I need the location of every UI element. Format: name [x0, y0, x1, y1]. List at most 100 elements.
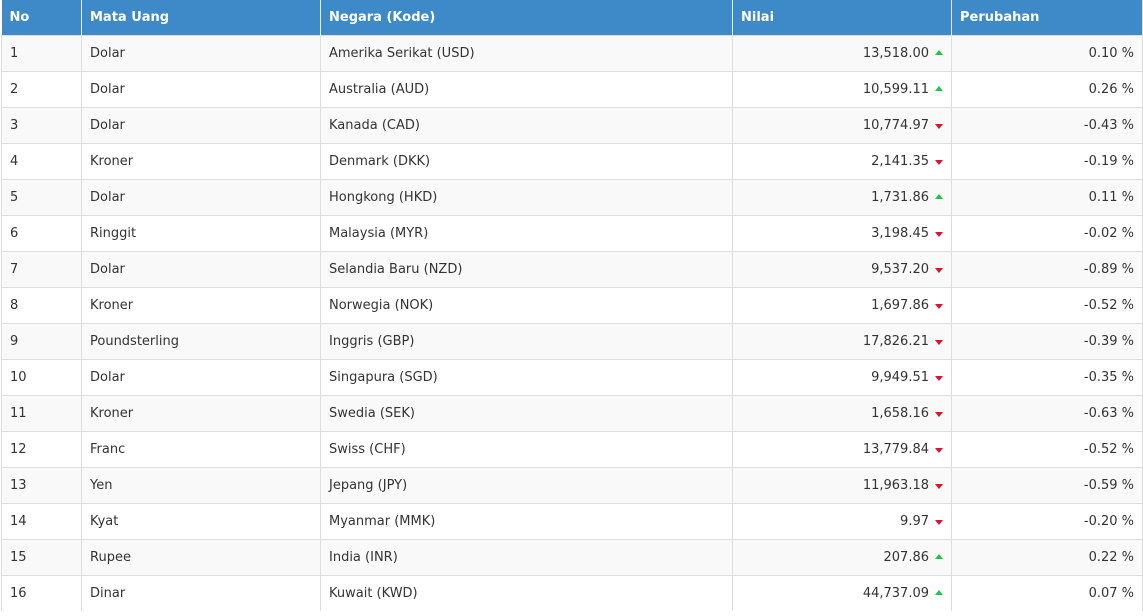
cell-change: -0.19 % — [951, 142, 1143, 179]
cell-value-text: 1,658.16 — [871, 405, 929, 421]
cell-currency-text: Dolar — [90, 261, 125, 277]
cell-change-text: -0.89 % — [1083, 261, 1134, 277]
cell-currency-text: Kyat — [90, 513, 119, 529]
cell-change: -0.43 % — [951, 106, 1143, 143]
cell-change-text: 0.10 % — [1088, 45, 1134, 61]
cell-change-text: 0.26 % — [1088, 81, 1134, 97]
cell-currency-text: Dolar — [90, 189, 125, 205]
cell-currency: Kyat — [81, 502, 321, 539]
arrow-up-icon — [935, 193, 943, 199]
cell-change-text: -0.20 % — [1083, 513, 1134, 529]
cell-no-text: 13 — [10, 477, 27, 493]
cell-currency-text: Dinar — [90, 585, 126, 601]
cell-currency: Ringgit — [81, 214, 321, 251]
cell-value-text: 1,697.86 — [871, 297, 929, 313]
cell-no: 10 — [1, 358, 82, 395]
header-row: No Mata Uang Negara (Kode) Nilai Perubah… — [1, 0, 1143, 35]
cell-currency: Dolar — [81, 70, 321, 107]
cell-country: Jepang (JPY) — [320, 466, 733, 503]
arrow-down-icon — [935, 303, 943, 309]
header-value: Nilai — [732, 0, 952, 35]
cell-country: India (INR) — [320, 538, 733, 575]
cell-value: 1,658.16 — [732, 394, 952, 431]
header-country: Negara (Kode) — [320, 0, 733, 35]
cell-change-text: -0.43 % — [1083, 117, 1134, 133]
cell-no-text: 7 — [10, 261, 19, 277]
cell-currency-text: Dolar — [90, 45, 125, 61]
arrow-down-icon — [935, 447, 943, 453]
cell-no-text: 16 — [10, 585, 27, 601]
cell-country-text: Hongkong (HKD) — [329, 189, 438, 205]
table-row: 11 Kroner Swedia (SEK) 1,658.16 -0.63 % — [1, 394, 1143, 431]
cell-value: 17,826.21 — [732, 322, 952, 359]
cell-change: 0.07 % — [951, 574, 1143, 611]
table-row: 12 Franc Swiss (CHF) 13,779.84 -0.52 % — [1, 430, 1143, 467]
arrow-up-icon — [935, 553, 943, 559]
cell-no: 16 — [1, 574, 82, 611]
cell-country-text: Norwegia (NOK) — [329, 297, 434, 313]
table-row: 9 Poundsterling Inggris (GBP) 17,826.21 -0.3… — [1, 322, 1143, 359]
cell-currency-text: Ringgit — [90, 225, 137, 241]
cell-no: 6 — [1, 214, 82, 251]
cell-country: Swedia (SEK) — [320, 394, 733, 431]
cell-country-text: Australia (AUD) — [329, 81, 430, 97]
cell-no-text: 11 — [10, 405, 27, 421]
cell-change: -0.39 % — [951, 322, 1143, 359]
cell-currency-text: Dolar — [90, 369, 125, 385]
cell-currency-text: Kroner — [90, 297, 134, 313]
cell-change-text: 0.22 % — [1088, 549, 1134, 565]
cell-change: -0.63 % — [951, 394, 1143, 431]
cell-value-text: 9,949.51 — [871, 369, 929, 385]
cell-currency: Franc — [81, 430, 321, 467]
table-row: 7 Dolar Selandia Baru (NZD) 9,537.20 -0.89 % — [1, 250, 1143, 287]
cell-value: 1,731.86 — [732, 178, 952, 215]
table-row: 1 Dolar Amerika Serikat (USD) 13,518.00 0.10… — [1, 34, 1143, 71]
table-row: 16 Dinar Kuwait (KWD) 44,737.09 0.07 % — [1, 574, 1143, 611]
table-row: 6 Ringgit Malaysia (MYR) 3,198.45 -0.02 % — [1, 214, 1143, 251]
exchange-rate-table: No Mata Uang Negara (Kode) Nilai Perubah… — [1, 0, 1143, 611]
header-currency: Mata Uang — [81, 0, 321, 35]
cell-country-text: Malaysia (MYR) — [329, 225, 429, 241]
cell-change-text: -0.39 % — [1083, 333, 1134, 349]
table-row: 15 Rupee India (INR) 207.86 0.22 % — [1, 538, 1143, 575]
table-row: 4 Kroner Denmark (DKK) 2,141.35 -0.19 % — [1, 142, 1143, 179]
cell-value: 10,599.11 — [732, 70, 952, 107]
cell-change: -0.52 % — [951, 430, 1143, 467]
cell-value-text: 1,731.86 — [871, 189, 929, 205]
cell-no: 12 — [1, 430, 82, 467]
exchange-rate-table-container: No Mata Uang Negara (Kode) Nilai Perubah… — [0, 0, 1143, 616]
cell-country: Malaysia (MYR) — [320, 214, 733, 251]
cell-currency: Dolar — [81, 34, 321, 71]
cell-no: 9 — [1, 322, 82, 359]
cell-value: 10,774.97 — [732, 106, 952, 143]
cell-currency-text: Kroner — [90, 153, 134, 169]
table-row: 10 Dolar Singapura (SGD) 9,949.51 -0.35 % — [1, 358, 1143, 395]
cell-country: Kanada (CAD) — [320, 106, 733, 143]
cell-no: 5 — [1, 178, 82, 215]
cell-value-text: 3,198.45 — [871, 225, 929, 241]
cell-no: 1 — [1, 34, 82, 71]
cell-currency: Kroner — [81, 394, 321, 431]
cell-country-text: Inggris (GBP) — [329, 333, 415, 349]
cell-no-text: 14 — [10, 513, 27, 529]
cell-no-text: 3 — [10, 117, 19, 133]
cell-change: -0.89 % — [951, 250, 1143, 287]
cell-value: 207.86 — [732, 538, 952, 575]
arrow-down-icon — [935, 231, 943, 237]
cell-no-text: 6 — [10, 225, 19, 241]
cell-country: Amerika Serikat (USD) — [320, 34, 733, 71]
cell-currency-text: Kroner — [90, 405, 134, 421]
cell-change-text: -0.52 % — [1083, 441, 1134, 457]
cell-no: 3 — [1, 106, 82, 143]
cell-currency: Dolar — [81, 358, 321, 395]
cell-currency: Dinar — [81, 574, 321, 611]
cell-change-text: -0.63 % — [1083, 405, 1134, 421]
cell-no-text: 5 — [10, 189, 19, 205]
cell-value: 9,537.20 — [732, 250, 952, 287]
cell-no: 7 — [1, 250, 82, 287]
cell-change-text: -0.35 % — [1083, 369, 1134, 385]
cell-value-text: 17,826.21 — [862, 333, 929, 349]
cell-change: -0.20 % — [951, 502, 1143, 539]
table-header: No Mata Uang Negara (Kode) Nilai Perubah… — [1, 0, 1143, 35]
cell-value: 44,737.09 — [732, 574, 952, 611]
